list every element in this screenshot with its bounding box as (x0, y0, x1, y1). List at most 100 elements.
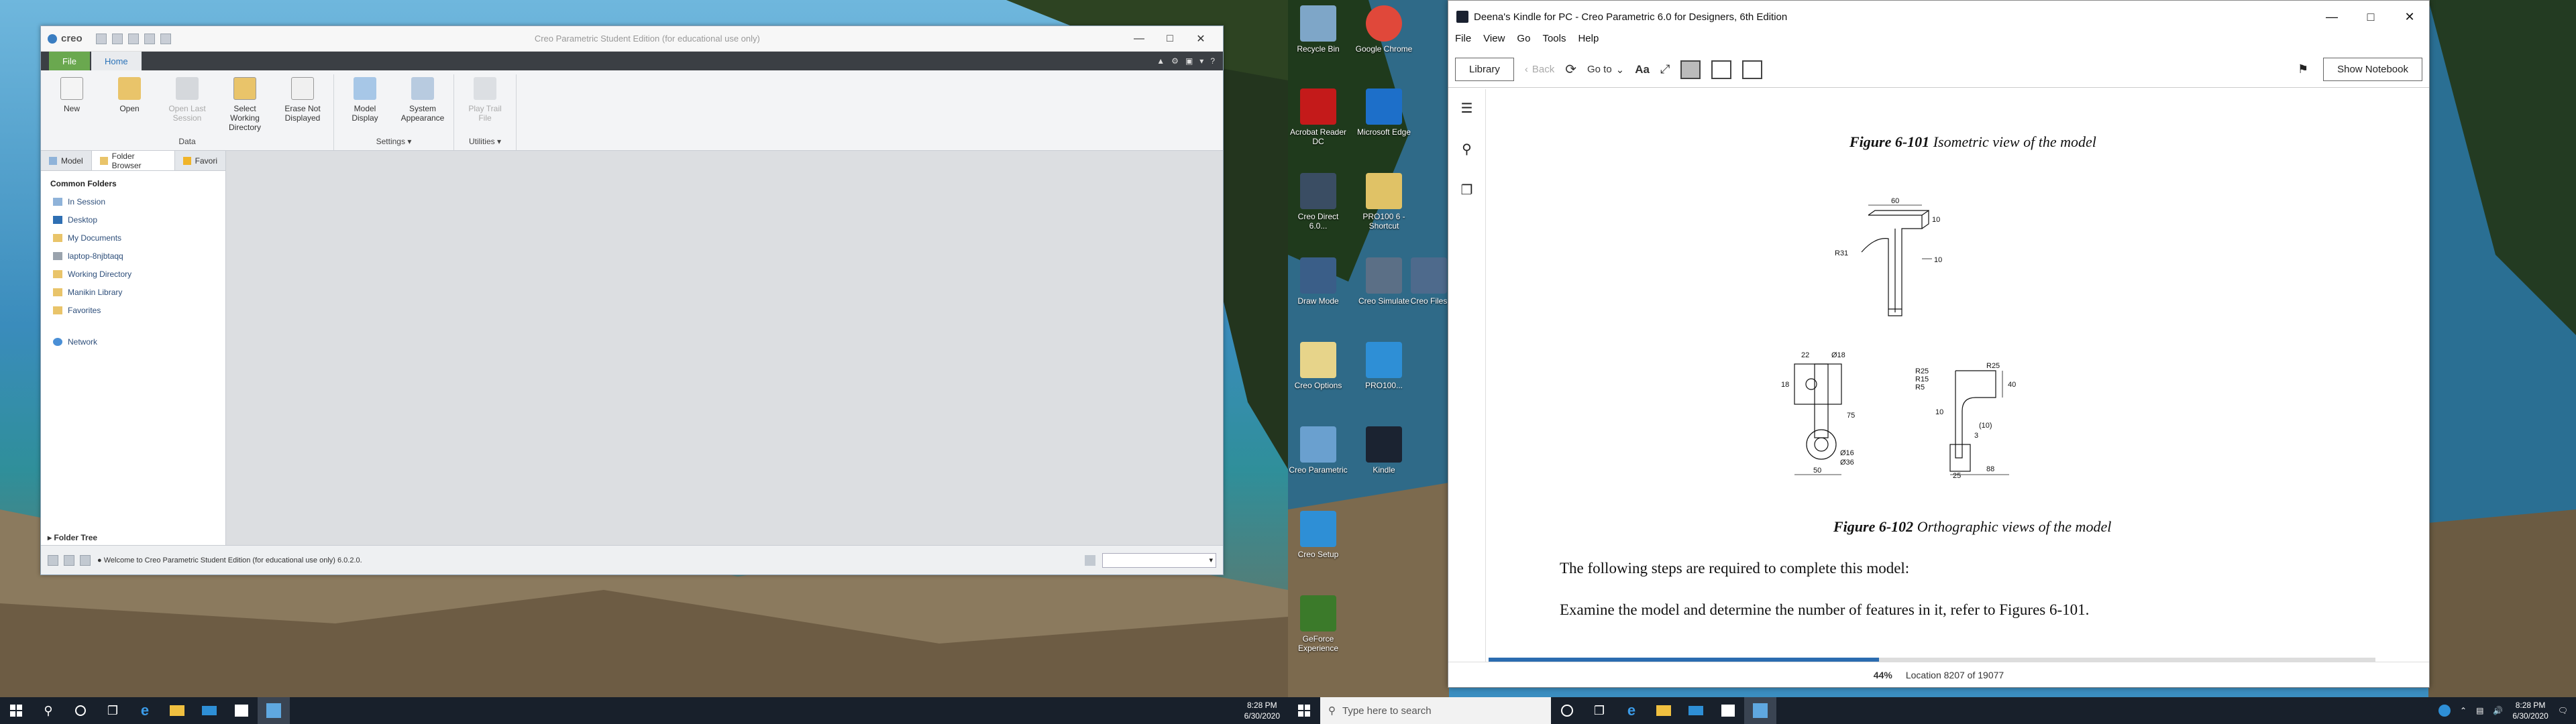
open-last-session-button[interactable]: Open Last Session (163, 74, 211, 135)
mail-taskbar[interactable] (1680, 697, 1712, 724)
new-button[interactable]: New (48, 74, 96, 135)
navigator-toggle-icon[interactable] (48, 554, 58, 566)
chevron-up-icon[interactable]: ⌃ (2460, 706, 2467, 715)
folder-network[interactable]: Network (41, 333, 225, 351)
window-icon[interactable]: ▣ (1185, 56, 1193, 66)
notifications-icon[interactable]: 🗨 (2558, 706, 2568, 715)
erase-not-displayed-button[interactable]: Erase Not Displayed (278, 74, 327, 135)
folder-working-directory[interactable]: Working Directory (41, 265, 225, 283)
desktop-icon-creo-simulate[interactable]: Creo Simulate (1354, 257, 1414, 306)
explorer-taskbar[interactable] (161, 697, 193, 724)
flashcards-icon[interactable]: ❐ (1461, 182, 1473, 198)
tab-file[interactable]: File (49, 52, 90, 70)
collapse-ribbon-icon[interactable]: ▲ (1157, 56, 1165, 66)
task-view-button[interactable]: ❐ (1583, 697, 1615, 724)
fullscreen-button[interactable]: ⤢ (1660, 62, 1670, 76)
start-button[interactable] (0, 697, 32, 724)
menu-go[interactable]: Go (1517, 33, 1530, 48)
edge-taskbar[interactable]: e (1615, 697, 1648, 724)
kindle-taskbar[interactable] (1744, 697, 1776, 724)
menu-tools[interactable]: Tools (1542, 33, 1566, 48)
desktop-icon-geforce[interactable]: GeForce Experience (1288, 595, 1348, 653)
fullscreen-icon[interactable] (80, 554, 91, 566)
play-trail-file-button[interactable]: Play Trail File (461, 74, 509, 135)
desktop-icon-pro100-shortcut[interactable]: PRO100 6 - Shortcut (1354, 173, 1414, 231)
help-icon[interactable]: ? (1210, 56, 1215, 66)
creo-graphics-area[interactable] (226, 151, 1223, 546)
menu-help[interactable]: Help (1578, 33, 1599, 48)
taskbar-search-input[interactable]: ⚲ Type here to search (1320, 697, 1551, 724)
kindle-taskbar[interactable] (258, 697, 290, 724)
library-button[interactable]: Library (1455, 58, 1514, 81)
tab-model-tree[interactable]: Model (41, 151, 92, 170)
desktop-icon-acrobat[interactable]: Acrobat Reader DC (1288, 88, 1348, 146)
cortana-button[interactable] (1551, 697, 1583, 724)
store-taskbar[interactable] (225, 697, 258, 724)
open-quick-icon[interactable] (111, 33, 123, 44)
selection-filter-icon[interactable] (1085, 554, 1095, 566)
folder-in-session[interactable]: In Session (41, 192, 225, 210)
minimize-icon[interactable]: — (1124, 26, 1155, 52)
dropdown-icon[interactable]: ▾ (1199, 56, 1203, 66)
clock-left[interactable]: 8:28 PM 6/30/2020 (1244, 700, 1280, 721)
desktop-icon-draw-mode[interactable]: Draw Mode (1288, 257, 1348, 306)
two-page-view-icon[interactable] (1711, 60, 1732, 79)
folder-manikin-library[interactable]: Manikin Library (41, 283, 225, 301)
search-icon[interactable]: ⚲ (1462, 141, 1472, 158)
close-icon[interactable]: ✕ (1185, 26, 1216, 52)
maximize-icon[interactable]: □ (2351, 1, 2390, 33)
undo-quick-icon[interactable] (144, 33, 155, 44)
open-button[interactable]: Open (105, 74, 154, 135)
desktop-icon-creo-parametric[interactable]: Creo Parametric (1288, 426, 1348, 475)
folder-computer[interactable]: laptop-8njbtaqq (41, 247, 225, 265)
selection-filter-dropdown[interactable]: ▾ (1102, 552, 1216, 568)
close-icon[interactable]: ✕ (2390, 1, 2429, 33)
task-view-button[interactable]: ❐ (97, 697, 129, 724)
folder-favorites[interactable]: Favorites (41, 301, 225, 319)
save-quick-icon[interactable] (127, 33, 139, 44)
network-tray-icon[interactable]: ▤ (2476, 706, 2483, 715)
desktop-icon-recycle-bin[interactable]: Recycle Bin (1288, 5, 1348, 54)
tab-home[interactable]: Home (91, 52, 142, 70)
tab-favorites[interactable]: Favori (175, 151, 226, 170)
explorer-taskbar[interactable] (1648, 697, 1680, 724)
font-settings-button[interactable]: Aa (1635, 63, 1650, 76)
customize-icon[interactable]: ⚙ (1171, 56, 1179, 66)
goto-button[interactable]: Go to ⌄ (1587, 64, 1624, 76)
single-page-view-icon[interactable] (1680, 60, 1701, 79)
menu-view[interactable]: View (1483, 33, 1505, 48)
sync-button[interactable]: ⟳ (1565, 61, 1576, 78)
show-notebook-button[interactable]: Show Notebook (2323, 58, 2422, 81)
desktop-icon-creo-direct[interactable]: Creo Direct 6.0... (1288, 173, 1348, 231)
desktop-icon-kindle[interactable]: Kindle (1354, 426, 1414, 475)
desktop-icon-chrome[interactable]: Google Chrome (1354, 5, 1414, 54)
ribbon-group-utilities-label[interactable]: Utilities ▾ (461, 135, 509, 148)
menu-file[interactable]: File (1455, 33, 1471, 48)
new-quick-icon[interactable] (95, 33, 107, 44)
start-button[interactable] (1288, 697, 1320, 724)
back-button[interactable]: ‹ Back (1525, 64, 1554, 75)
redo-quick-icon[interactable] (160, 33, 171, 44)
table-of-contents-icon[interactable]: ☰ (1461, 100, 1473, 117)
grid-view-icon[interactable] (1742, 60, 1763, 79)
maximize-icon[interactable]: □ (1155, 26, 1185, 52)
clock-right[interactable]: 8:28 PM 6/30/2020 (2512, 700, 2548, 721)
folder-my-documents[interactable]: My Documents (41, 229, 225, 247)
help-tray-icon[interactable] (2438, 705, 2451, 717)
volume-icon[interactable]: 🔊 (2493, 706, 2503, 715)
folder-desktop[interactable]: Desktop (41, 210, 225, 229)
bookmark-icon[interactable]: ⚑ (2298, 62, 2308, 76)
desktop-icon-creo-setup[interactable]: Creo Setup (1288, 511, 1348, 559)
edge-taskbar[interactable]: e (129, 697, 161, 724)
cortana-button[interactable] (64, 697, 97, 724)
desktop-icon-pro100[interactable]: PRO100... (1354, 342, 1414, 390)
desktop-icon-edge[interactable]: Microsoft Edge (1354, 88, 1414, 137)
select-working-directory-button[interactable]: Select Working Directory (221, 74, 269, 135)
desktop-icon-creo-options[interactable]: Creo Options (1288, 342, 1348, 390)
system-appearance-button[interactable]: System Appearance (398, 74, 447, 135)
ribbon-group-settings-label[interactable]: Settings ▾ (341, 135, 447, 148)
folder-tree-toggle[interactable]: ▸ Folder Tree (48, 533, 97, 542)
search-button[interactable]: ⚲ (32, 697, 64, 724)
mail-taskbar[interactable] (193, 697, 225, 724)
model-display-button[interactable]: Model Display (341, 74, 389, 135)
